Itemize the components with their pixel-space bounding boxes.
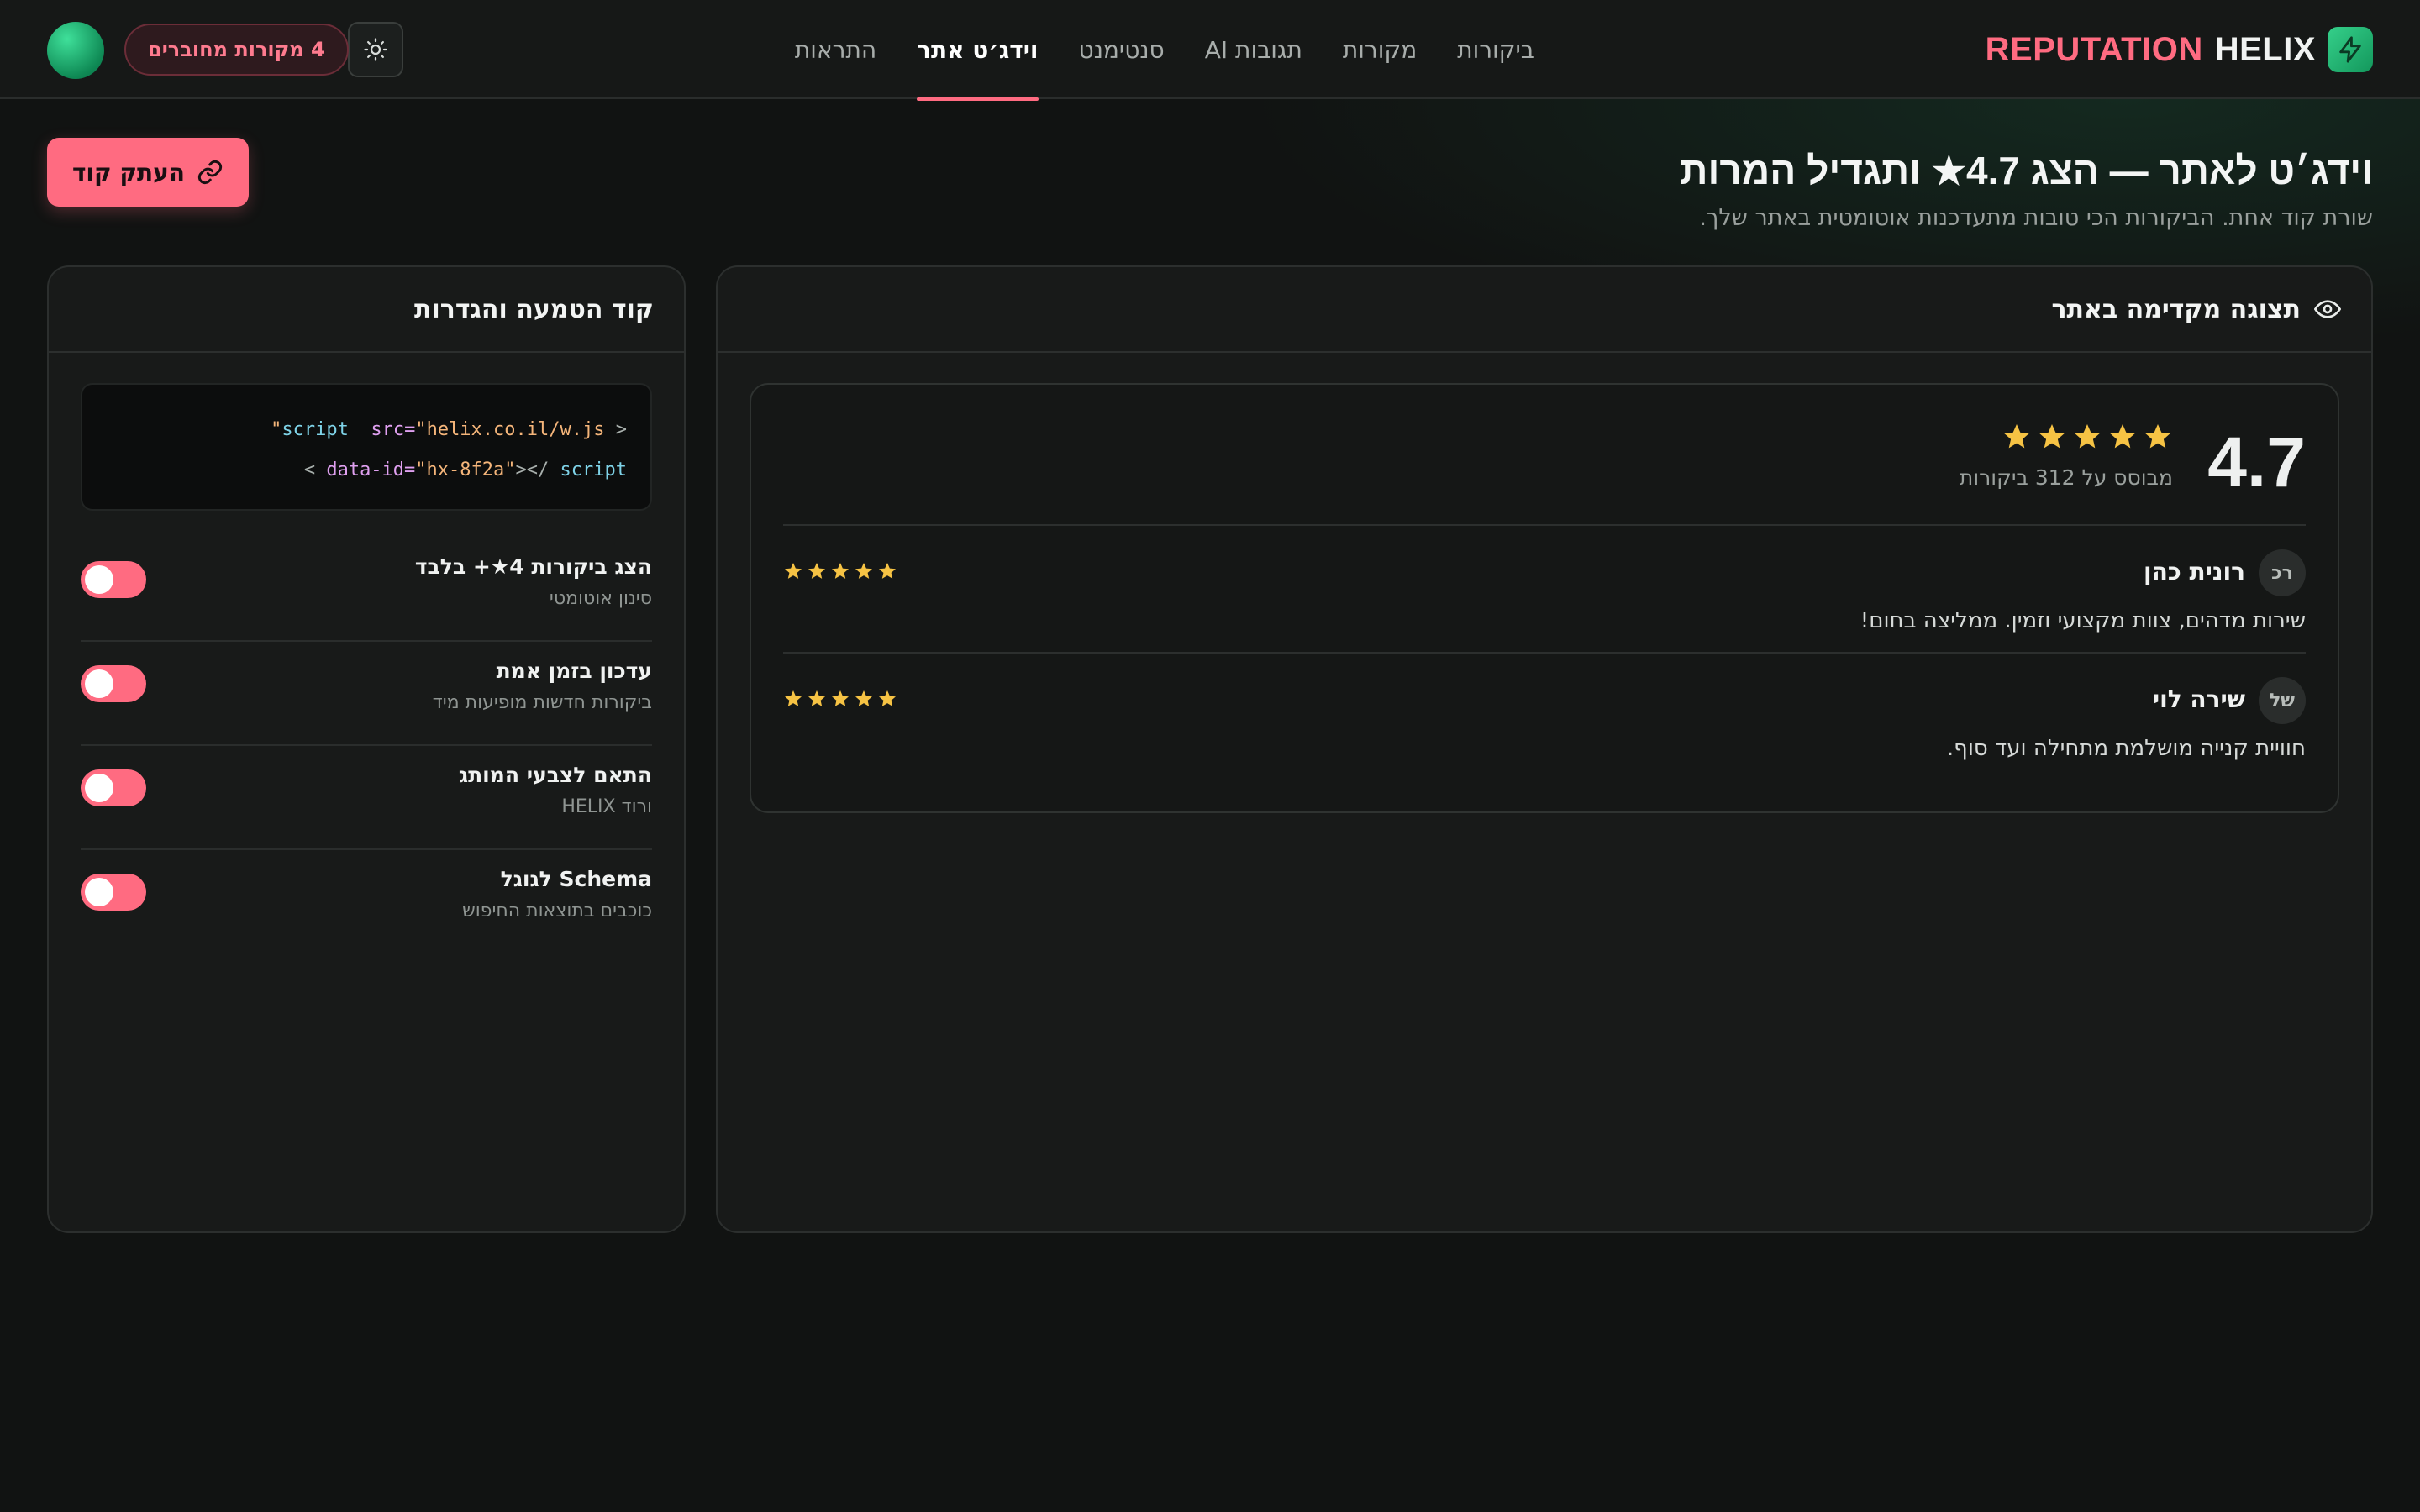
star-icon: [2039, 424, 2065, 449]
top-bar: HELIX REPUTATION ביקורות מקורות תגובות A…: [0, 0, 2420, 101]
user-avatar[interactable]: [47, 22, 104, 79]
reviewer-avatar: רכ: [2259, 549, 2306, 596]
widget-preview-card: 4.7 מבוסס על 312 ביקורות רכ רונית כהן שי…: [750, 383, 2339, 813]
theme-toggle-button[interactable]: [348, 22, 403, 77]
star-icon: [785, 690, 802, 706]
star-icon: [785, 563, 802, 579]
divider: [783, 652, 2306, 654]
star-icon: [2110, 424, 2135, 449]
settings-panel-header: קוד הטמעה והגדרות: [49, 267, 684, 353]
page-title: וידג׳ט לאתר — הצג 4.7★ ותגדיל המרות: [1680, 149, 2373, 192]
tab-alerts[interactable]: התראות: [775, 0, 897, 99]
setting-subtitle: סינון אוטומטי: [549, 588, 652, 609]
tab-ai-replies[interactable]: תגובות AI: [1185, 0, 1323, 99]
setting-subtitle: ביקורות חדשות מופיעות מיד: [432, 692, 652, 713]
reviewer-name: רונית כהן: [2144, 558, 2245, 585]
toggle-switch[interactable]: [81, 874, 146, 911]
review-item: של שירה לוי חוויית קנייה מושלמת מתחילה ו…: [783, 677, 2306, 795]
star-icon: [2004, 424, 2029, 449]
star-icon: [879, 563, 896, 579]
tab-site-widget[interactable]: וידג׳ט אתר: [897, 0, 1058, 101]
link-icon: [197, 159, 224, 186]
brand-word-reputation: REPUTATION: [1985, 30, 2203, 68]
preview-heading: תצוגה מקדימה באתר: [2051, 294, 2301, 324]
brand-word-helix: HELIX: [2214, 30, 2316, 68]
page-subtitle: שורת קוד אחת. הביקורות הכי טובות מתעדכנו…: [1699, 205, 2373, 231]
toggle-knob: [85, 565, 113, 594]
star-icon: [832, 563, 849, 579]
setting-subtitle: כוכבים בתוצאות החיפוש: [462, 900, 652, 921]
toggle-switch[interactable]: [81, 665, 146, 702]
setting-title: הצג ביקורות 4★+ בלבד: [414, 554, 652, 579]
copy-code-label: העתק קוד: [71, 158, 186, 186]
review-stars: [783, 689, 897, 709]
star-icon: [808, 563, 825, 579]
setting-row: Schema לגוגל כוכבים בתוצאות החיפוש: [81, 850, 652, 954]
toggle-knob: [85, 878, 113, 906]
embed-code-block[interactable]: < script src="helix.co.il/w.js" data-id=…: [81, 383, 652, 511]
setting-row: הצג ביקורות 4★+ בלבד סינון אוטומטי: [81, 538, 652, 642]
review-item: רכ רונית כהן שירות מדהים, צוות מקצועי וז…: [783, 549, 2306, 667]
tab-sentiment[interactable]: סנטימנט: [1059, 0, 1185, 99]
setting-row: התאם לצבעי המותג ורוד HELIX: [81, 746, 652, 850]
star-icon: [879, 690, 896, 706]
connected-sources-badge[interactable]: 4 מקורות מחוברים: [124, 24, 349, 76]
preview-panel: תצוגה מקדימה באתר 4.7 מבוסס על 312 ביקור…: [716, 265, 2373, 1233]
star-icon: [808, 690, 825, 706]
sun-icon: [363, 37, 388, 62]
reviewer-name: שירה לוי: [2152, 685, 2245, 713]
setting-row: עדכון בזמן אמת ביקורות חדשות מופיעות מיד: [81, 642, 652, 746]
toggle-knob: [85, 774, 113, 802]
star-icon: [855, 563, 872, 579]
toggle-switch[interactable]: [81, 561, 146, 598]
rating-stars: [2002, 422, 2173, 452]
toggle-switch[interactable]: [81, 769, 146, 806]
tab-sources[interactable]: מקורות: [1323, 0, 1437, 99]
code-line-2: data-id="hx-8f2a"></ script >: [303, 459, 627, 480]
preview-panel-header: תצוגה מקדימה באתר: [718, 267, 2371, 353]
code-line-1: < script src="helix.co.il/w.js": [271, 419, 627, 440]
review-text: שירות מדהים, צוות מקצועי וזמין. ממליצה ב…: [1860, 608, 2306, 633]
review-stars: [783, 561, 897, 581]
settings-heading: קוד הטמעה והגדרות: [414, 294, 654, 324]
main-nav: ביקורות מקורות תגובות AI סנטימנט וידג׳ט …: [775, 0, 1555, 101]
embed-settings-panel: קוד הטמעה והגדרות < script src="helix.co…: [47, 265, 686, 1233]
copy-code-button[interactable]: העתק קוד: [47, 138, 249, 207]
rating-score: 4.7: [2207, 423, 2306, 501]
setting-title: עדכון בזמן אמת: [496, 659, 652, 683]
setting-title: Schema לגוגל: [500, 867, 652, 891]
setting-title: התאם לצבעי המותג: [458, 763, 652, 787]
tab-reviews[interactable]: ביקורות: [1437, 0, 1555, 99]
bolt-icon: [2328, 27, 2373, 72]
review-text: חוויית קנייה מושלמת מתחילה ועד סוף.: [1946, 736, 2306, 761]
rating-based-on: מבוסס על 312 ביקורות: [1959, 465, 2173, 490]
brand-logo[interactable]: HELIX REPUTATION: [1986, 27, 2373, 72]
star-icon: [2075, 424, 2100, 449]
reviewer-avatar: של: [2259, 677, 2306, 724]
divider: [783, 524, 2306, 526]
setting-subtitle: ורוד HELIX: [561, 796, 652, 817]
star-icon: [2145, 424, 2170, 449]
toggle-knob: [85, 669, 113, 698]
eye-icon: [2314, 296, 2341, 323]
star-icon: [855, 690, 872, 706]
star-icon: [832, 690, 849, 706]
